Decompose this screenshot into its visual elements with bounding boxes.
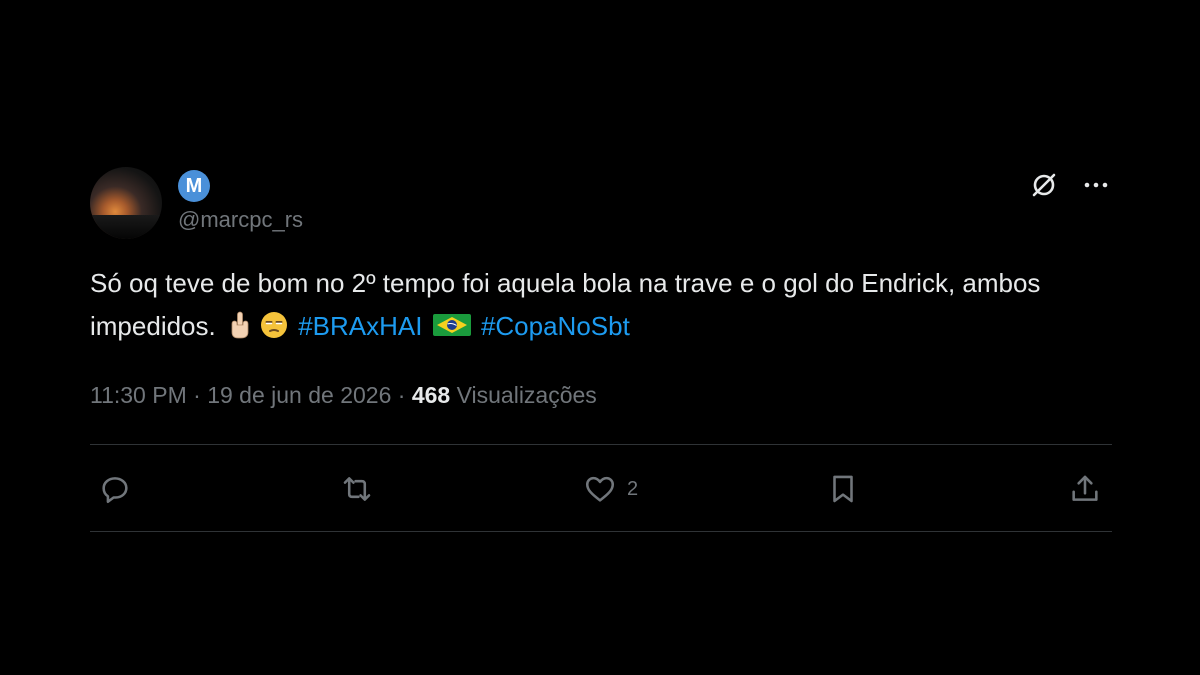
heart-icon (585, 476, 615, 502)
share-icon (1072, 475, 1098, 501)
reply-button[interactable] (98, 467, 132, 511)
views-count: 468 (411, 382, 451, 408)
author-handle[interactable]: @marcpc_rs (178, 207, 303, 233)
grok-icon[interactable] (1028, 169, 1060, 201)
tweet-top-actions (1028, 169, 1112, 201)
tweet-actions-bar: 2 (90, 467, 1112, 511)
meta-separator: · (397, 382, 406, 408)
tweet-date[interactable]: 19 de jun de 2026 (207, 382, 391, 408)
unamused-face-emoji (260, 312, 287, 339)
like-button[interactable]: 2 (583, 467, 638, 511)
author-badge[interactable]: M (178, 170, 210, 202)
bookmark-icon (833, 475, 853, 503)
bookmark-button[interactable] (826, 467, 860, 511)
more-options-icon[interactable] (1080, 169, 1112, 201)
hashtag-link[interactable]: #CopaNoSbt (481, 311, 630, 341)
tweet-time[interactable]: 11:30 PM (90, 382, 187, 408)
retweet-icon (343, 477, 371, 501)
meta-separator: · (193, 382, 201, 408)
divider (90, 444, 1112, 445)
author-name-row: M (178, 169, 210, 203)
tweet-meta: 11:30 PM · 19 de jun de 2026 · 468 Visua… (90, 382, 597, 409)
reply-icon (102, 477, 128, 504)
share-button[interactable] (1068, 467, 1102, 511)
retweet-button[interactable] (340, 467, 374, 511)
middle-finger-emoji (231, 311, 249, 339)
tweet-text: Só oq teve de bom no 2º tempo foi aquela… (90, 262, 1090, 348)
avatar[interactable] (90, 167, 162, 239)
divider (90, 531, 1112, 532)
like-count: 2 (627, 477, 639, 500)
hashtag-link[interactable]: #BRAxHAI (298, 311, 422, 341)
views-label: Visualizações (456, 382, 597, 408)
brazil-flag-emoji (432, 314, 471, 337)
